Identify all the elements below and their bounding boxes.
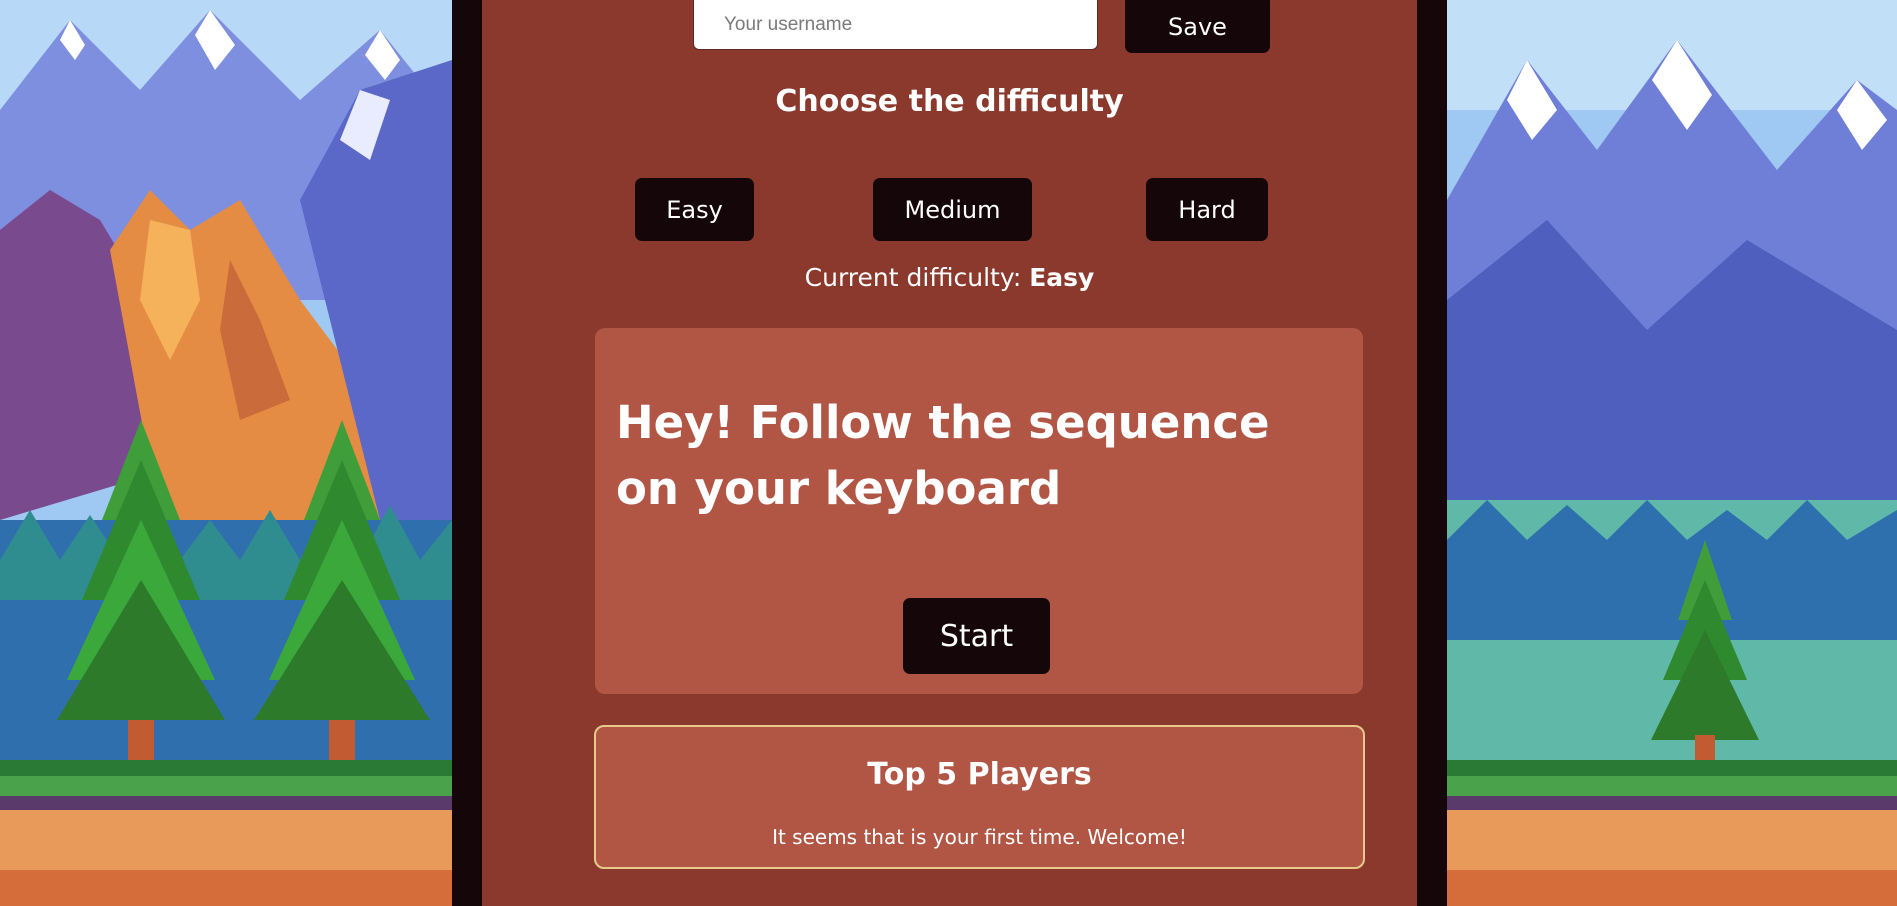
difficulty-title: Choose the difficulty bbox=[775, 84, 1124, 119]
background-scene-left bbox=[0, 0, 452, 906]
game-card: Hey! Follow the sequence on your keyboar… bbox=[595, 328, 1363, 694]
current-difficulty-value: Easy bbox=[1029, 263, 1095, 292]
background-scene-right bbox=[1447, 0, 1897, 906]
main-panel: Save Choose the difficulty Easy Medium H… bbox=[482, 0, 1417, 906]
easy-button[interactable]: Easy bbox=[635, 178, 754, 241]
leaderboard-title: Top 5 Players bbox=[867, 757, 1092, 792]
start-button[interactable]: Start bbox=[903, 598, 1050, 674]
game-message: Hey! Follow the sequence on your keyboar… bbox=[616, 396, 1270, 515]
game-frame: Save Choose the difficulty Easy Medium H… bbox=[452, 0, 1447, 906]
current-difficulty: Current difficulty: Easy bbox=[482, 263, 1417, 292]
hard-button[interactable]: Hard bbox=[1146, 178, 1268, 241]
medium-button[interactable]: Medium bbox=[873, 178, 1032, 241]
username-input[interactable] bbox=[693, 0, 1098, 50]
save-button[interactable]: Save bbox=[1125, 0, 1270, 53]
current-difficulty-label: Current difficulty: bbox=[804, 263, 1022, 292]
leaderboard: Top 5 Players It seems that is your firs… bbox=[594, 725, 1365, 869]
leaderboard-empty-message: It seems that is your first time. Welcom… bbox=[772, 825, 1187, 849]
